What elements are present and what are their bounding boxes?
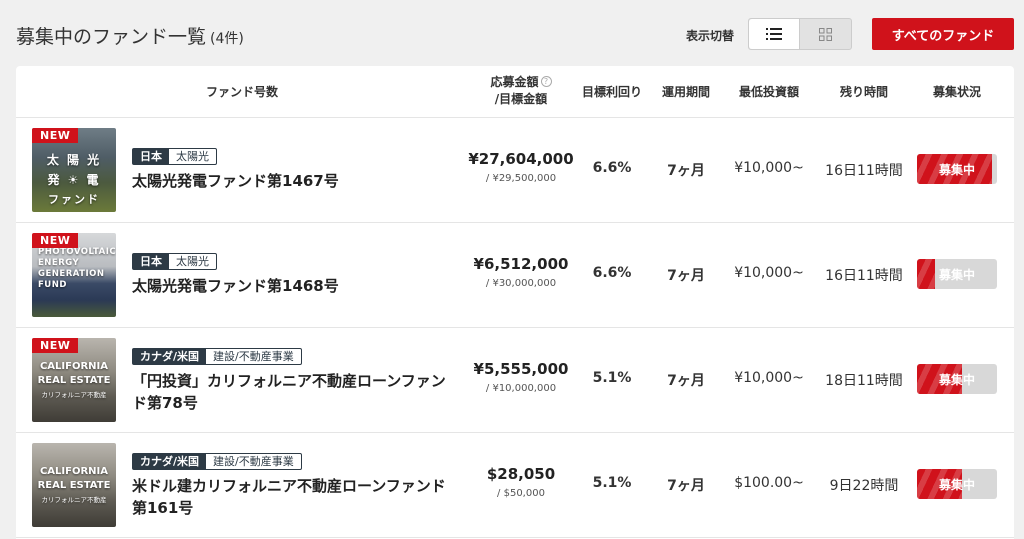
tag-region: カナダ/米国 [133, 349, 207, 364]
thumbnail-text: REAL ESTATE [37, 480, 111, 491]
fund-name[interactable]: 米ドル建カリフォルニア不動産ローンファンド第161号 [132, 475, 452, 519]
fund-count: (4件) [210, 31, 244, 47]
column-status: 募集状況 [932, 85, 981, 99]
column-remaining: 残り時間 [839, 85, 888, 99]
question-circle-icon[interactable]: ? [540, 76, 552, 87]
operation-period: 7ヶ月 [667, 268, 705, 284]
operation-period: 7ヶ月 [667, 163, 705, 179]
target-amount: / $50,000 [497, 488, 545, 499]
column-fund: ファンド号数 [205, 85, 278, 99]
fund-row[interactable]: CALIFORNIA REAL ESTATE カリフォルニア不動産 NEW カナ… [16, 328, 1014, 433]
new-badge: NEW [32, 233, 79, 248]
thumbnail-text: FUND [38, 280, 67, 290]
tag-region: 日本 [133, 149, 169, 164]
fund-thumbnail[interactable]: PHOTOVOLTAIC ENERGY GENERATION FUND NEW [32, 233, 116, 317]
status-label: 募集中 [938, 267, 975, 282]
target-amount: / ¥10,000,000 [485, 383, 557, 394]
view-toggle [748, 18, 852, 50]
raised-amount: $28,050 [486, 465, 556, 483]
new-badge: NEW [32, 128, 79, 143]
tag-category: 太陽光 [176, 150, 209, 163]
column-amount-line2: /目標金額 [494, 92, 548, 106]
thumbnail-text: ファンド [48, 193, 100, 206]
remaining-time: 18日11時間 [825, 373, 903, 389]
thumbnail-text: カリフォルニア不動産 [41, 496, 107, 504]
thumbnail-text: CALIFORNIA [39, 466, 109, 477]
status-label: 募集中 [938, 477, 975, 492]
fund-name[interactable]: 太陽光発電ファンド第1467号 [132, 170, 452, 192]
target-yield: 5.1% [592, 475, 632, 491]
tag-region: 日本 [133, 254, 169, 269]
remaining-time: 16日11時間 [825, 268, 903, 284]
tag-category: 建設/不動産事業 [213, 350, 294, 363]
status-badge[interactable]: 募集中 [917, 259, 997, 289]
raised-amount: ¥6,512,000 [473, 255, 569, 273]
grid-icon [819, 27, 832, 41]
list-view-button[interactable] [749, 19, 800, 49]
fund-row[interactable]: 太 陽 光 発 ☀ 電 ファンド NEW 日本 太陽光 太陽光発電ファンド第14… [16, 118, 1014, 223]
thumbnail-text: REAL ESTATE [37, 375, 111, 386]
fund-row[interactable]: CALIFORNIA REAL ESTATE カリフォルニア不動産 カナダ/米国… [16, 433, 1014, 538]
fund-name[interactable]: 「円投資」カリフォルニア不動産ローンファンド第78号 [132, 370, 452, 414]
fund-thumbnail[interactable]: CALIFORNIA REAL ESTATE カリフォルニア不動産 [32, 443, 116, 527]
status-badge[interactable]: 募集中 [917, 469, 997, 499]
column-amount: 応募金額? /目標金額 [471, 74, 571, 108]
target-yield: 5.1% [592, 370, 632, 386]
min-investment: $100.00~ [734, 475, 804, 491]
status-label: 募集中 [938, 372, 975, 387]
target-yield: 6.6% [592, 160, 632, 176]
thumbnail-text: 発 ☀ 電 [47, 173, 101, 187]
fund-amount: ¥27,604,000 / ¥29,500,000 [456, 150, 586, 184]
tag-category: 太陽光 [176, 255, 209, 268]
view-toggle-label: 表示切替 [686, 29, 735, 43]
all-funds-button[interactable]: すべてのファンド [872, 18, 1014, 50]
fund-tags: カナダ/米国 建設/不動産事業 [132, 453, 302, 470]
target-amount: / ¥30,000,000 [485, 278, 557, 289]
grid-view-button[interactable] [800, 19, 851, 49]
fund-tags: 日本 太陽光 [132, 148, 217, 165]
status-label: 募集中 [938, 162, 975, 177]
min-investment: ¥10,000~ [734, 160, 804, 176]
page-title-text: 募集中のファンド一覧 [16, 26, 207, 48]
new-badge: NEW [32, 338, 79, 353]
remaining-time: 9日22時間 [829, 478, 899, 494]
thumbnail-text: GENERATION [38, 269, 105, 279]
column-amount-line1: 応募金額 [490, 75, 539, 89]
fund-row[interactable]: PHOTOVOLTAIC ENERGY GENERATION FUND NEW … [16, 223, 1014, 328]
thumbnail-text: カリフォルニア不動産 [41, 391, 107, 399]
target-yield: 6.6% [592, 265, 632, 281]
operation-period: 7ヶ月 [667, 373, 705, 389]
column-yield: 目標利回り [581, 85, 642, 99]
thumbnail-text: PHOTOVOLTAIC [38, 247, 116, 257]
fund-table: ファンド号数 応募金額? /目標金額 目標利回り 運用期間 最低投資額 残り時間… [16, 66, 1014, 539]
tag-category: 建設/不動産事業 [213, 455, 294, 468]
fund-amount: ¥5,555,000 / ¥10,000,000 [456, 360, 586, 394]
status-badge[interactable]: 募集中 [917, 154, 997, 184]
thumbnail-text: ENERGY [38, 258, 80, 268]
tag-region: カナダ/米国 [133, 454, 207, 469]
fund-tags: カナダ/米国 建設/不動産事業 [132, 348, 302, 365]
fund-tags: 日本 太陽光 [132, 253, 217, 270]
min-investment: ¥10,000~ [734, 265, 804, 281]
fund-name[interactable]: 太陽光発電ファンド第1468号 [132, 275, 452, 297]
raised-amount: ¥5,555,000 [473, 360, 569, 378]
thumbnail-text: 太 陽 光 [46, 153, 102, 167]
fund-amount: $28,050 / $50,000 [456, 465, 586, 499]
column-period: 運用期間 [661, 85, 710, 99]
thumbnail-text: CALIFORNIA [39, 361, 109, 372]
page-title: 募集中のファンド一覧 (4件) [16, 22, 244, 49]
column-min-investment: 最低投資額 [738, 85, 799, 99]
fund-thumbnail[interactable]: CALIFORNIA REAL ESTATE カリフォルニア不動産 NEW [32, 338, 116, 422]
target-amount: / ¥29,500,000 [485, 173, 557, 184]
operation-period: 7ヶ月 [667, 478, 705, 494]
raised-amount: ¥27,604,000 [468, 150, 574, 168]
table-header: ファンド号数 応募金額? /目標金額 目標利回り 運用期間 最低投資額 残り時間… [16, 66, 1014, 118]
status-badge[interactable]: 募集中 [917, 364, 997, 394]
min-investment: ¥10,000~ [734, 370, 804, 386]
list-icon [766, 28, 782, 40]
remaining-time: 16日11時間 [825, 163, 903, 179]
fund-thumbnail[interactable]: 太 陽 光 発 ☀ 電 ファンド NEW [32, 128, 116, 212]
fund-amount: ¥6,512,000 / ¥30,000,000 [456, 255, 586, 289]
